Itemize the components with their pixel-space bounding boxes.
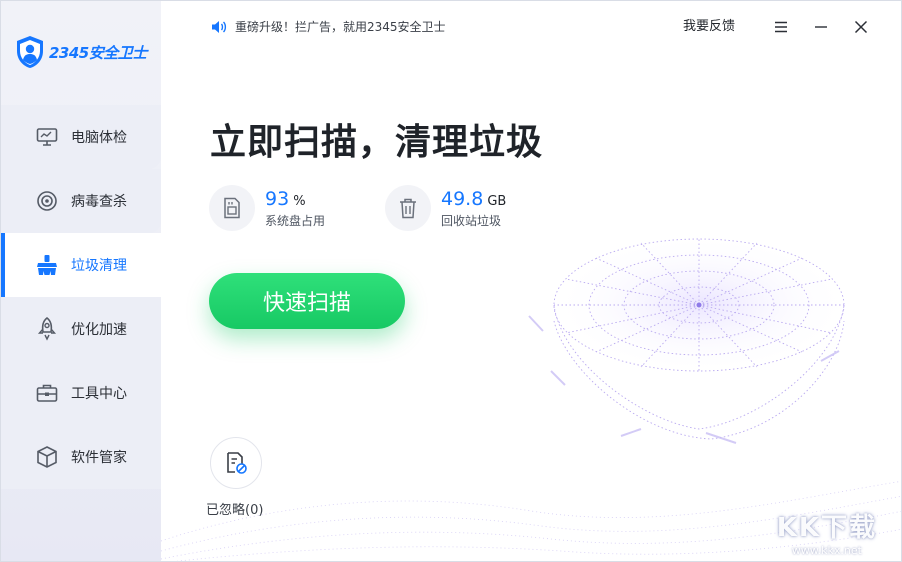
sidebar-item-label: 优化加速 bbox=[71, 322, 127, 338]
app-window: 2345安全卫士 电脑体检 病毒查杀 垃圾清理 优化加速 工具中心 软件管家 重… bbox=[0, 0, 902, 562]
speaker-icon bbox=[212, 20, 227, 33]
recycle-bin-label: 回收站垃圾 bbox=[441, 213, 502, 228]
rocket-icon bbox=[35, 317, 59, 341]
sidebar-item-label: 工具中心 bbox=[71, 386, 127, 402]
hamburger-icon bbox=[775, 21, 787, 33]
app-logo: 2345安全卫士 bbox=[15, 35, 147, 69]
watermark-url: www.kkx.net bbox=[791, 544, 862, 557]
system-disk-stat: 93% 系统盘占用 bbox=[209, 185, 325, 231]
trash-icon bbox=[385, 185, 431, 231]
system-disk-value: 93 bbox=[265, 187, 290, 210]
quick-scan-button[interactable]: 快速扫描 bbox=[209, 273, 405, 329]
watermark-logo-text: KK下载 bbox=[776, 513, 877, 543]
notice-text: 重磅升级！拦广告，就用2345安全卫士 bbox=[235, 20, 446, 34]
sidebar-nav: 电脑体检 病毒查杀 垃圾清理 优化加速 工具中心 软件管家 bbox=[1, 105, 161, 489]
menu-button[interactable] bbox=[761, 15, 801, 39]
window-controls: 我要反馈 bbox=[683, 15, 881, 39]
upgrade-notice[interactable]: 重磅升级！拦广告，就用2345安全卫士 bbox=[211, 18, 446, 35]
recycle-bin-stat: 49.8 GB 回收站垃圾 bbox=[385, 185, 506, 231]
minimize-button[interactable] bbox=[801, 15, 841, 39]
system-disk-unit: % bbox=[293, 193, 306, 209]
sidebar-item-pc-checkup[interactable]: 电脑体检 bbox=[1, 105, 161, 169]
wireframe-disk-illustration bbox=[528, 238, 851, 444]
sidebar-item-software-manager[interactable]: 软件管家 bbox=[1, 425, 161, 489]
system-disk-info: 93% 系统盘占用 bbox=[265, 188, 325, 229]
sidebar-item-virus-scan[interactable]: 病毒查杀 bbox=[1, 169, 161, 233]
monitor-icon bbox=[35, 125, 59, 149]
recycle-bin-value: 49.8 bbox=[441, 187, 484, 210]
box-icon bbox=[35, 445, 59, 469]
sidebar-item-optimize[interactable]: 优化加速 bbox=[1, 297, 161, 361]
system-disk-label: 系统盘占用 bbox=[265, 213, 326, 228]
sidebar-item-label: 病毒查杀 bbox=[71, 194, 127, 210]
sidebar-item-label: 软件管家 bbox=[71, 450, 127, 466]
sidebar-item-label: 垃圾清理 bbox=[71, 258, 127, 274]
recycle-bin-info: 49.8 GB 回收站垃圾 bbox=[441, 188, 506, 229]
shield-logo-icon bbox=[17, 36, 43, 68]
broom-icon bbox=[35, 253, 59, 277]
minimize-icon bbox=[815, 26, 827, 28]
watermark: KK下载 www.kkx.net bbox=[777, 507, 877, 557]
page-title: 立即扫描，清理垃圾 bbox=[210, 122, 544, 163]
sidebar-item-label: 电脑体检 bbox=[71, 130, 127, 146]
close-button[interactable] bbox=[841, 15, 881, 39]
sidebar: 2345安全卫士 电脑体检 病毒查杀 垃圾清理 优化加速 工具中心 软件管家 bbox=[1, 1, 161, 561]
sidebar-item-junk-cleanup[interactable]: 垃圾清理 bbox=[1, 233, 161, 297]
sidebar-item-tools[interactable]: 工具中心 bbox=[1, 361, 161, 425]
toolbox-icon bbox=[35, 381, 59, 405]
close-icon bbox=[854, 20, 868, 34]
logo-text: 2345安全卫士 bbox=[49, 43, 147, 62]
feedback-link[interactable]: 我要反馈 bbox=[683, 15, 735, 39]
disk-icon bbox=[209, 185, 255, 231]
target-icon bbox=[35, 189, 59, 213]
recycle-bin-unit: GB bbox=[487, 193, 507, 209]
